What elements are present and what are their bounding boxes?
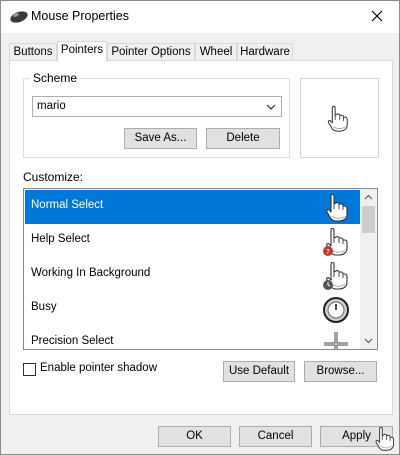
scheme-selected-value: mario — [37, 100, 66, 112]
hand-cursor-icon — [327, 105, 348, 132]
chevron-up-icon — [364, 194, 373, 200]
crosshair-icon — [324, 332, 348, 349]
save-as-button[interactable]: Save As... — [124, 128, 197, 149]
svg-text:?: ? — [326, 248, 330, 256]
hand-busy-cursor-icon — [323, 261, 348, 290]
list-item-label: Busy — [31, 301, 57, 313]
hand-cursor-icon — [326, 193, 348, 222]
tab-pointer-options[interactable]: Pointer Options — [107, 43, 195, 61]
list-item-label: Working In Background — [31, 267, 151, 279]
tab-wheel[interactable]: Wheel — [195, 43, 237, 61]
clock-icon — [323, 297, 349, 323]
cursor-list[interactable]: Normal Select Help Select ? Working In B… — [23, 188, 378, 350]
delete-button[interactable]: Delete — [206, 128, 280, 149]
list-item-normal-select[interactable]: Normal Select — [25, 190, 361, 224]
list-item-working-in-background[interactable]: Working In Background — [25, 258, 361, 292]
pointer-shadow-label: Enable pointer shadow — [40, 362, 157, 374]
customize-label: Customize: — [23, 170, 84, 184]
scroll-thumb[interactable] — [362, 206, 375, 233]
scroll-down-arrow[interactable] — [360, 332, 377, 349]
tab-hardware[interactable]: Hardware — [237, 43, 293, 61]
list-item-label: Normal Select — [31, 199, 104, 211]
list-scrollbar[interactable] — [360, 189, 377, 349]
scheme-group-label: Scheme — [30, 71, 81, 85]
pointers-tab-panel: Scheme mario Save As... Delete Customize… — [9, 60, 393, 415]
close-button[interactable] — [355, 1, 399, 33]
title-bar: Mouse Properties — [1, 1, 399, 33]
tab-buttons[interactable]: Buttons — [9, 43, 57, 61]
tab-pointers[interactable]: Pointers — [57, 41, 107, 62]
scheme-dropdown[interactable]: mario — [32, 96, 282, 117]
list-item-busy[interactable]: Busy — [25, 292, 361, 326]
scheme-group: Scheme mario Save As... Delete — [23, 71, 290, 158]
list-item-label: Help Select — [31, 233, 90, 245]
list-item-label: Precision Select — [31, 335, 114, 347]
list-item-precision-select[interactable]: Precision Select — [25, 326, 361, 349]
window-title: Mouse Properties — [31, 9, 129, 23]
use-default-button[interactable]: Use Default — [223, 361, 295, 382]
chevron-down-icon — [265, 101, 277, 113]
close-icon — [371, 10, 383, 25]
hand-help-cursor-icon: ? — [323, 227, 348, 256]
list-item-help-select[interactable]: Help Select ? — [25, 224, 361, 258]
scroll-up-arrow[interactable] — [360, 189, 377, 206]
ok-button[interactable]: OK — [158, 426, 231, 447]
mouse-properties-window: Mouse Properties Buttons Pointers Pointe… — [0, 0, 400, 455]
hand-cursor-icon — [375, 426, 395, 451]
cancel-button[interactable]: Cancel — [239, 426, 312, 447]
cursor-preview — [300, 78, 379, 158]
mouse-icon — [9, 10, 29, 24]
chevron-down-icon — [364, 338, 373, 344]
pointer-shadow-checkbox[interactable] — [23, 363, 36, 376]
browse-button[interactable]: Browse... — [304, 361, 377, 382]
